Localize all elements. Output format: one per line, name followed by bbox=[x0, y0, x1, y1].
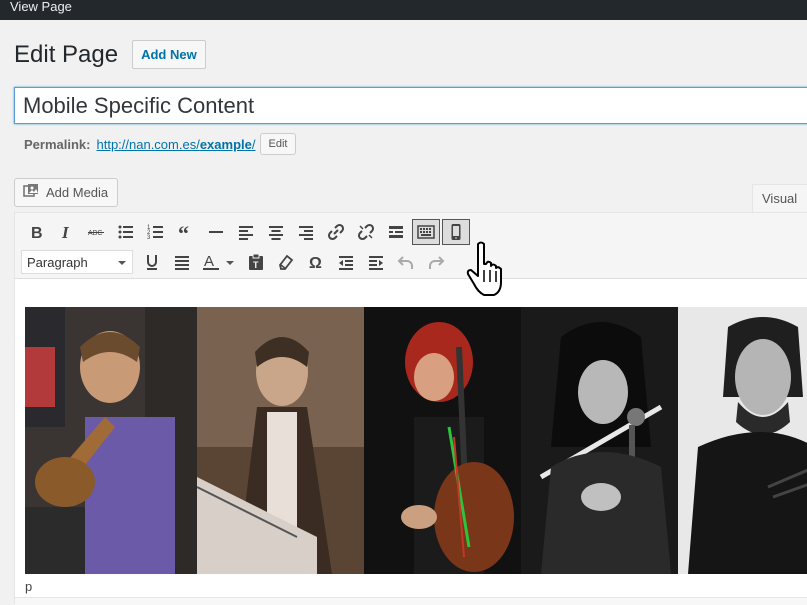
svg-text:I: I bbox=[61, 223, 70, 242]
editor: B I ABC 123 “ Paragraph A T Ω p bbox=[14, 212, 807, 605]
align-center-icon[interactable] bbox=[261, 218, 291, 246]
hand-pointer-icon bbox=[466, 240, 514, 300]
element-path[interactable]: p bbox=[25, 579, 32, 594]
svg-text:A: A bbox=[204, 253, 214, 270]
undo-icon[interactable] bbox=[391, 248, 421, 276]
page-heading: Edit Page Add New bbox=[14, 40, 206, 69]
view-page-link[interactable]: View Page bbox=[10, 0, 72, 14]
svg-text:Ω: Ω bbox=[309, 255, 322, 272]
read-more-icon[interactable] bbox=[381, 218, 411, 246]
add-media-button[interactable]: Add Media bbox=[14, 178, 118, 207]
photo-percussionist bbox=[678, 307, 807, 574]
chevron-down-icon bbox=[117, 255, 127, 270]
photo-flutist bbox=[521, 307, 678, 574]
toolbar-row-1: B I ABC 123 “ bbox=[21, 218, 471, 246]
redo-icon[interactable] bbox=[421, 248, 451, 276]
text-color-icon[interactable]: A bbox=[197, 248, 241, 276]
unlink-icon[interactable] bbox=[351, 218, 381, 246]
page-title: Edit Page bbox=[14, 40, 119, 68]
indent-icon[interactable] bbox=[361, 248, 391, 276]
band-photo[interactable] bbox=[25, 307, 807, 574]
tab-visual[interactable]: Visual bbox=[752, 184, 807, 213]
bold-icon[interactable]: B bbox=[21, 218, 51, 246]
permalink-edit-button[interactable]: Edit bbox=[259, 133, 297, 155]
permalink-url[interactable]: http://nan.com.es/example/ bbox=[96, 137, 255, 152]
toolbar-toggle-icon[interactable] bbox=[412, 219, 440, 245]
horizontal-rule-icon[interactable] bbox=[201, 218, 231, 246]
link-icon[interactable] bbox=[321, 218, 351, 246]
clear-formatting-icon[interactable] bbox=[271, 248, 301, 276]
blockquote-icon[interactable]: “ bbox=[171, 218, 201, 246]
svg-text:ABC: ABC bbox=[88, 230, 102, 237]
paste-text-icon[interactable]: T bbox=[241, 248, 271, 276]
svg-text:3: 3 bbox=[147, 235, 151, 241]
admin-bar: View Page bbox=[0, 0, 807, 20]
underline-icon[interactable] bbox=[137, 248, 167, 276]
format-select-value: Paragraph bbox=[27, 254, 88, 270]
add-new-button[interactable]: Add New bbox=[132, 40, 206, 69]
align-right-icon[interactable] bbox=[291, 218, 321, 246]
add-media-label: Add Media bbox=[46, 185, 109, 200]
outdent-icon[interactable] bbox=[331, 248, 361, 276]
italic-icon[interactable]: I bbox=[51, 218, 81, 246]
permalink: Permalink: http://nan.com.es/example/ Ed… bbox=[24, 133, 297, 155]
post-title-input[interactable] bbox=[14, 87, 807, 124]
editor-content[interactable] bbox=[15, 280, 807, 576]
justify-icon[interactable] bbox=[167, 248, 197, 276]
svg-text:“: “ bbox=[178, 222, 189, 242]
svg-text:T: T bbox=[253, 260, 259, 270]
toolbar-row-2: Paragraph A T Ω bbox=[21, 248, 451, 276]
format-select[interactable]: Paragraph bbox=[21, 250, 133, 274]
photo-guitarist bbox=[25, 307, 197, 574]
photo-bassist bbox=[364, 307, 521, 574]
media-icon bbox=[23, 183, 41, 202]
strikethrough-icon[interactable]: ABC bbox=[81, 218, 111, 246]
photo-pianist bbox=[197, 307, 364, 574]
permalink-label: Permalink: bbox=[24, 136, 91, 152]
bullet-list-icon[interactable] bbox=[111, 218, 141, 246]
numbered-list-icon[interactable]: 123 bbox=[141, 218, 171, 246]
special-character-icon[interactable]: Ω bbox=[301, 248, 331, 276]
editor-toolbar: B I ABC 123 “ Paragraph A T Ω bbox=[15, 213, 807, 279]
svg-text:B: B bbox=[31, 225, 43, 242]
align-left-icon[interactable] bbox=[231, 218, 261, 246]
